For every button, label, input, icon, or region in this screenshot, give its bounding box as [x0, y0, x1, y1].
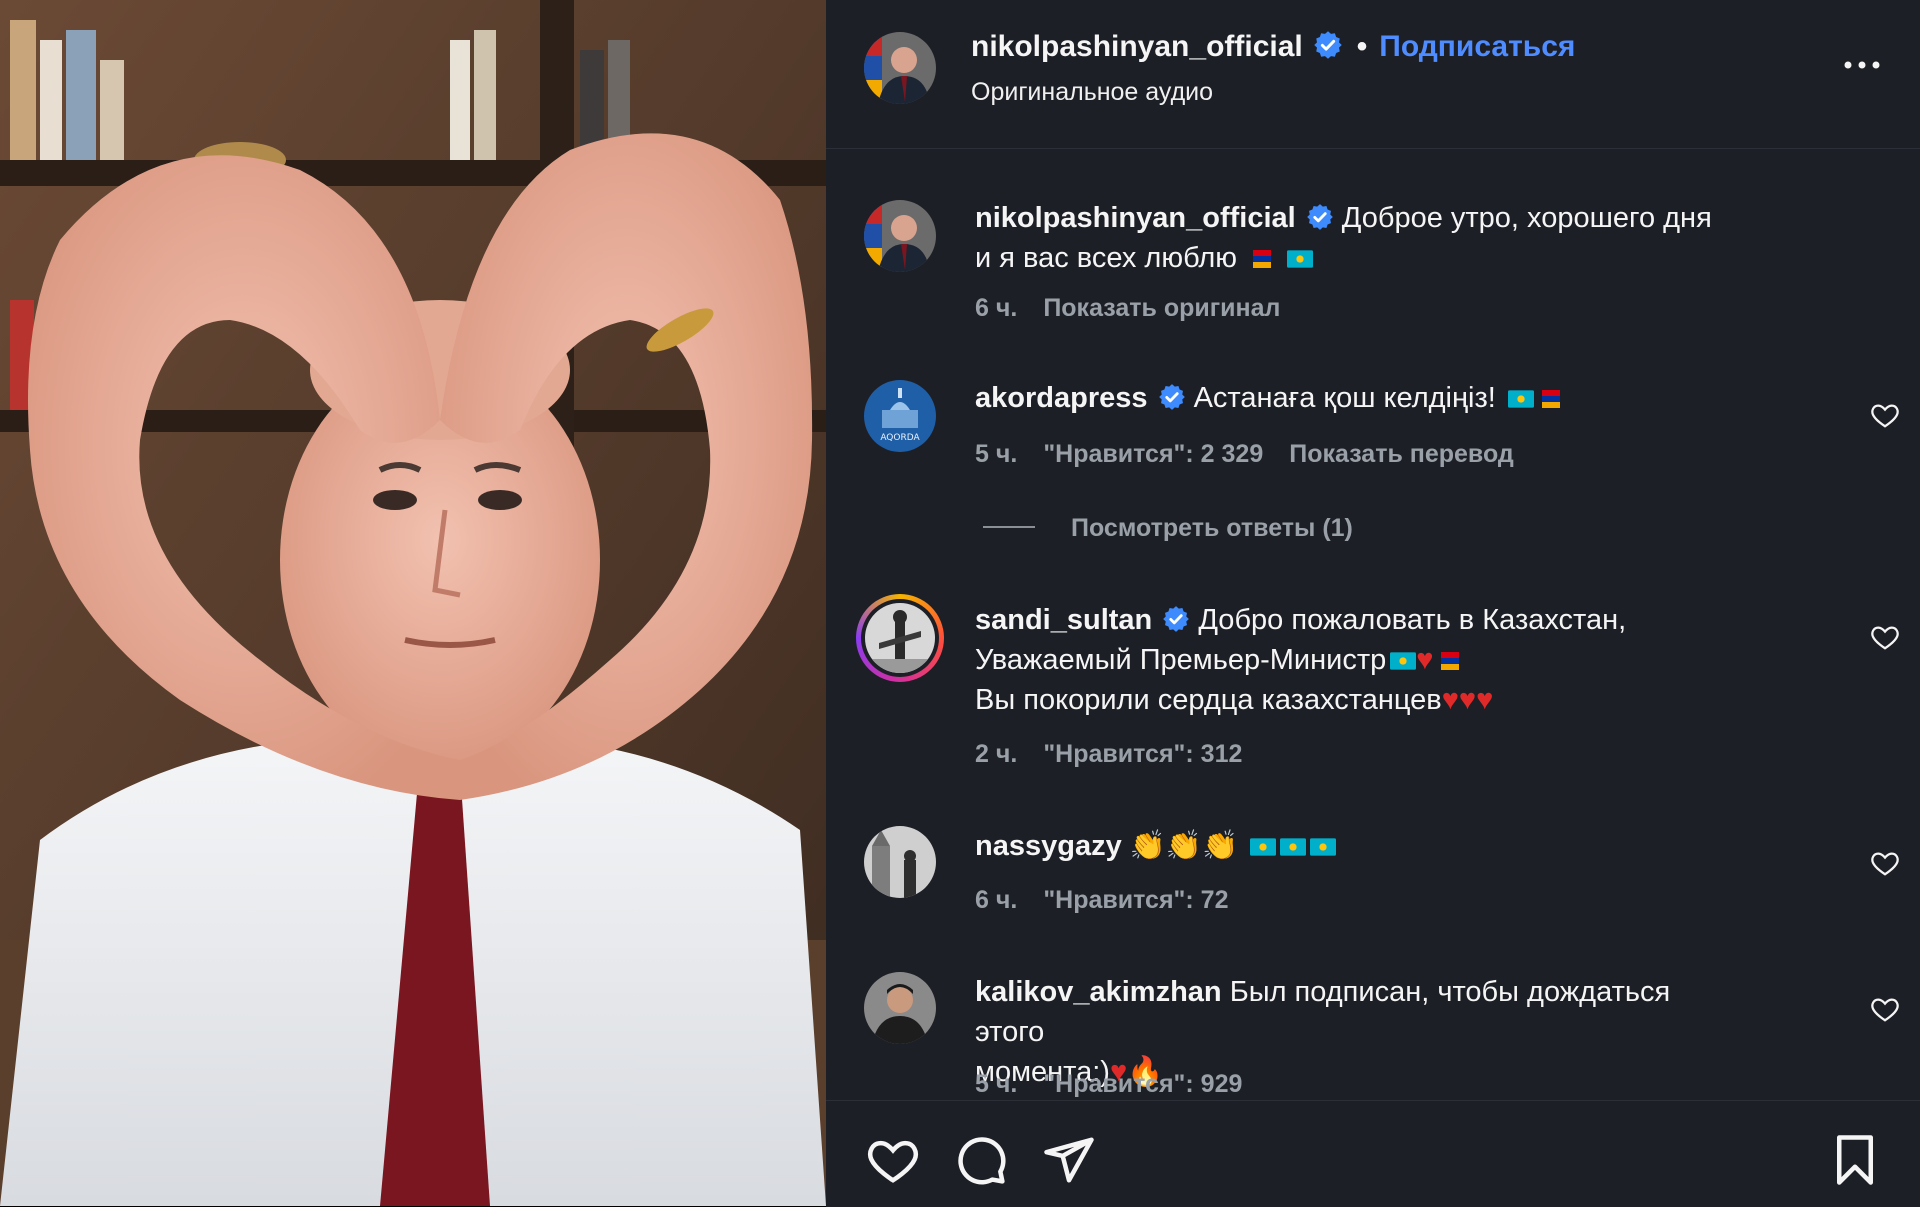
comment-text-line3: Вы покорили сердца казахстанцев: [975, 684, 1442, 716]
author-avatar-image: [864, 32, 936, 104]
comment-likes[interactable]: "Нравится": 2 329: [1043, 440, 1263, 468]
comment-meta: 5 ч. "Нравится": 2 329 Показать перевод: [975, 440, 1540, 469]
red-hearts-icon: ♥♥♥: [1441, 684, 1494, 716]
comment-time: 5 ч.: [975, 440, 1018, 468]
comment-body: nikolpashinyan_official Доброе утро, хор…: [975, 198, 1725, 278]
kazakhstan-flag-icon: [1250, 838, 1277, 856]
original-audio-link[interactable]: Оригинальное аудио: [971, 78, 1213, 107]
like-comment-heart-icon[interactable]: [1870, 994, 1900, 1024]
comment-username[interactable]: kalikov_akimzhan: [975, 976, 1222, 1008]
kazakhstan-flag-icon: [1280, 838, 1307, 856]
kazakhstan-flag-icon: [1310, 838, 1337, 856]
heart-icon[interactable]: [866, 1133, 920, 1187]
comment-username[interactable]: nassygazy: [975, 830, 1122, 862]
comment-username[interactable]: sandi_sultan: [975, 604, 1152, 636]
comment-avatar-image: [864, 826, 936, 898]
comment-text: Астанаға қош келдіңіз!: [1193, 382, 1496, 414]
comment-body: sandi_sultan Добро пожаловать в Казахста…: [975, 600, 1725, 720]
kazakhstan-flag-icon: [1287, 250, 1314, 268]
comment-meta: 2 ч. "Нравится": 312: [975, 740, 1268, 769]
like-comment-heart-icon[interactable]: [1870, 622, 1900, 652]
comment-text-line2: Уважаемый Премьер-Министр: [975, 644, 1387, 676]
comment-time: 6 ч.: [975, 294, 1018, 322]
verified-badge-icon: [1306, 204, 1333, 230]
view-replies-button[interactable]: Посмотреть ответы (1): [983, 514, 1353, 543]
view-replies-label: Посмотреть ответы (1): [1071, 514, 1353, 542]
comment-icon[interactable]: [954, 1133, 1008, 1187]
kazakhstan-flag-icon: [1390, 652, 1417, 670]
more-options-icon[interactable]: [1840, 54, 1884, 76]
show-original-link[interactable]: Показать оригинал: [1043, 294, 1280, 322]
red-heart-icon: ♥: [1416, 644, 1434, 676]
comment-meta: 6 ч. Показать оригинал: [975, 294, 1306, 323]
armenia-flag-icon: [1538, 390, 1564, 408]
video-frame-illustration: [0, 0, 826, 1206]
author-avatar[interactable]: [864, 32, 936, 104]
comment-meta: 6 ч. "Нравится": 72: [975, 886, 1254, 915]
comment-text: 👏👏👏: [1129, 830, 1239, 862]
verified-badge-icon: [1158, 384, 1185, 410]
kazakhstan-flag-icon: [1507, 390, 1534, 408]
comment-username[interactable]: akordapress: [975, 382, 1148, 414]
replies-divider: [983, 526, 1035, 528]
comment-meta: 5 ч. "Нравится": 929: [975, 1070, 1268, 1099]
comment-avatar[interactable]: [864, 972, 936, 1044]
post-header: nikolpashinyan_official • Подписаться Ориг…: [826, 0, 1920, 149]
comment-likes[interactable]: "Нравится": 312: [1043, 740, 1242, 768]
like-comment-heart-icon[interactable]: [1870, 848, 1900, 878]
comment-avatar-image: [864, 200, 936, 272]
author-username[interactable]: nikolpashinyan_official: [971, 30, 1303, 63]
comment-likes[interactable]: "Нравится": 72: [1043, 886, 1228, 914]
akorda-logo-icon: AQORDA: [864, 380, 936, 452]
armenia-flag-icon: [1437, 652, 1463, 670]
armenia-flag-icon: [1249, 250, 1275, 268]
show-translation-link[interactable]: Показать перевод: [1289, 440, 1514, 468]
story-ring-avatar[interactable]: [856, 594, 944, 682]
comment-avatar[interactable]: [864, 826, 936, 898]
akorda-logo-text: AQORDA: [880, 433, 920, 443]
verified-badge-icon: [1314, 31, 1342, 59]
comment-time: 5 ч.: [975, 1070, 1018, 1098]
bookmark-icon[interactable]: [1828, 1133, 1882, 1187]
comment-body: akordapress Астанаға қош келдіңіз!: [975, 378, 1725, 418]
header-title-row: nikolpashinyan_official • Подписаться: [971, 30, 1575, 64]
instagram-post-view: nikolpashinyan_official • Подписаться Ориг…: [0, 0, 1920, 1207]
header-separator: •: [1356, 30, 1368, 63]
comment-username[interactable]: nikolpashinyan_official: [975, 202, 1296, 234]
comment-time: 6 ч.: [975, 886, 1018, 914]
comment-likes[interactable]: "Нравится": 929: [1043, 1070, 1242, 1098]
comment-avatar[interactable]: [864, 200, 936, 272]
comment-avatar[interactable]: AQORDA: [864, 380, 936, 452]
comment-avatar-image: [864, 972, 936, 1044]
like-comment-heart-icon[interactable]: [1870, 400, 1900, 430]
comment-avatar-image: [865, 603, 935, 673]
share-icon[interactable]: [1042, 1133, 1096, 1187]
comment-body: nassygazy 👏👏👏: [975, 826, 1725, 866]
comment-time: 2 ч.: [975, 740, 1018, 768]
verified-badge-icon: [1163, 606, 1190, 632]
post-action-bar: [826, 1100, 1920, 1207]
post-details-panel: nikolpashinyan_official • Подписаться Ориг…: [826, 0, 1920, 1207]
comment-text-line1: Добро пожаловать в Казахстан,: [1198, 604, 1627, 636]
reel-video[interactable]: [0, 0, 826, 1206]
follow-button[interactable]: Подписаться: [1379, 30, 1575, 63]
